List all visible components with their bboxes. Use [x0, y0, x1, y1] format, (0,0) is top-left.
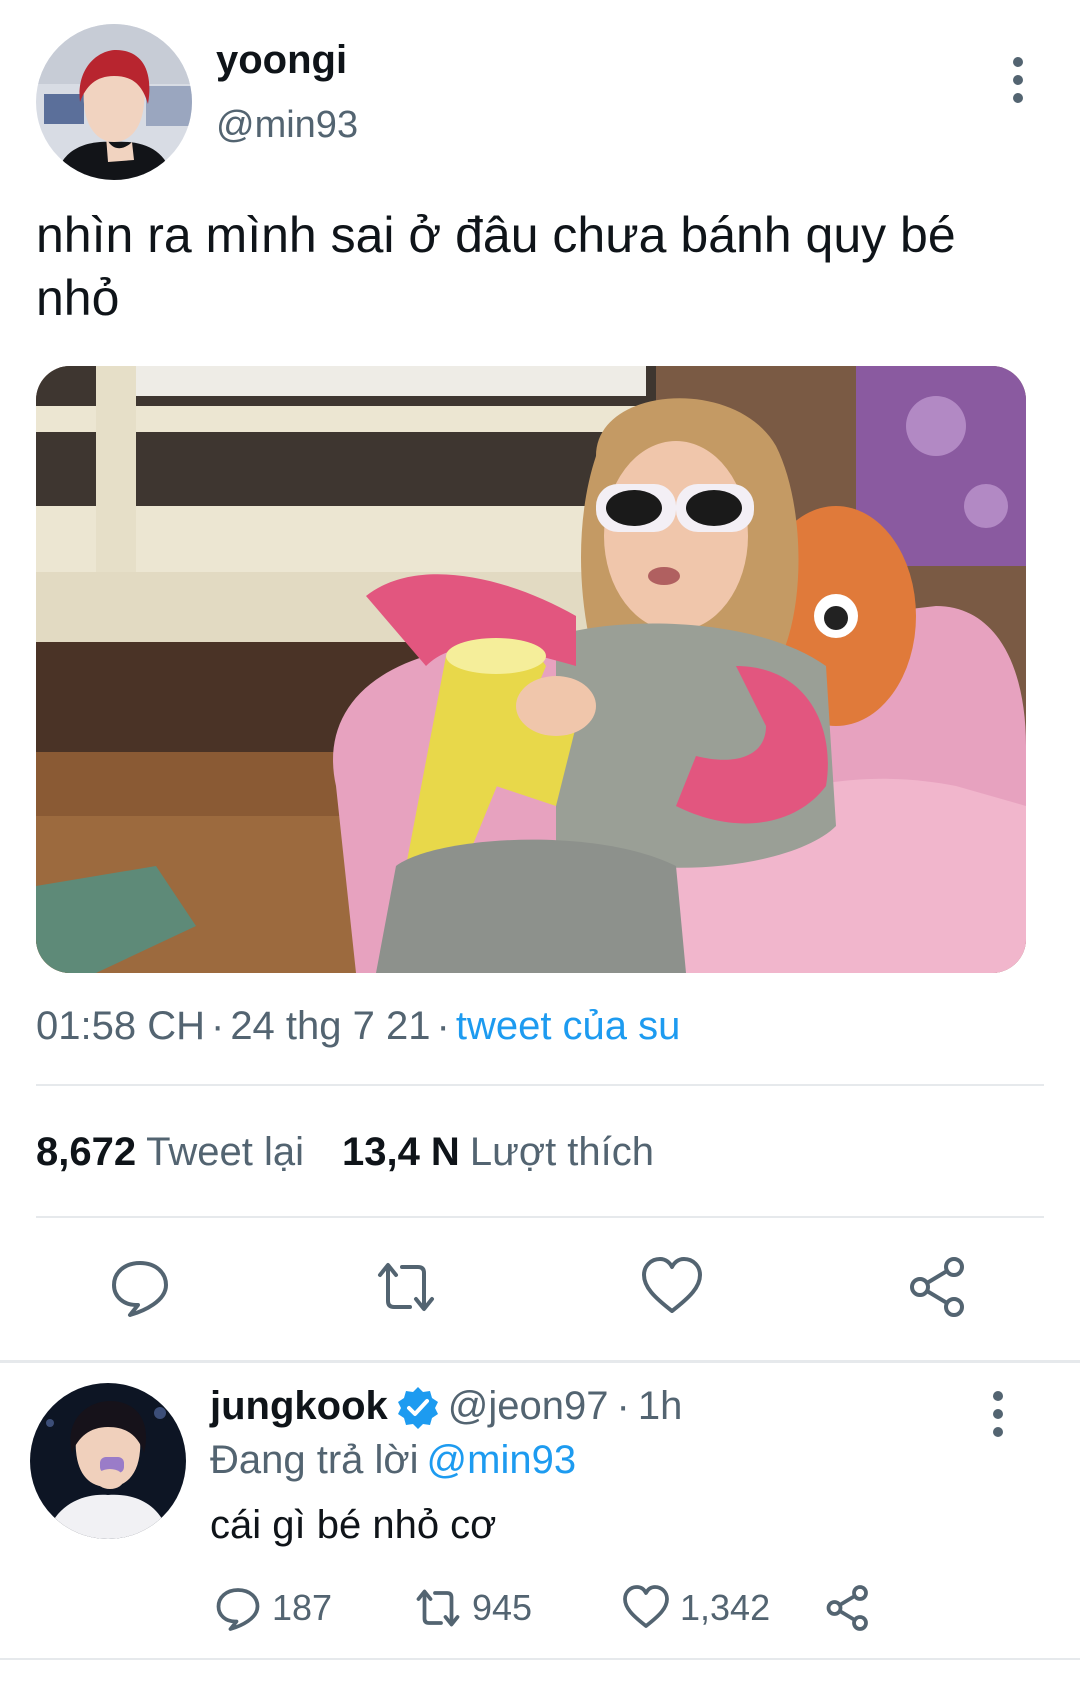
retweet-label: Tweet lại	[146, 1130, 304, 1174]
reply-share-button[interactable]	[824, 1582, 882, 1634]
reply-reply-count: 187	[272, 1587, 333, 1628]
tweet-time[interactable]: 01:58 CH	[36, 1004, 205, 1048]
tweet-separator	[0, 1360, 1080, 1363]
reply-retweet-button[interactable]: 945	[414, 1582, 532, 1634]
divider	[36, 1084, 1044, 1086]
more-vertical-icon[interactable]	[980, 1386, 1016, 1442]
like-label: Lượt thích	[469, 1130, 655, 1174]
author-avatar[interactable]	[36, 24, 192, 180]
meta-separator: ·	[210, 1004, 225, 1048]
verified-badge-icon	[397, 1386, 438, 1429]
reply-separator: ·	[616, 1384, 630, 1428]
reply-author-avatar[interactable]	[30, 1383, 186, 1539]
replying-to-label: Đang trả lời	[210, 1438, 419, 1482]
reply-text: cái gì bé nhỏ cơ	[210, 1503, 497, 1547]
replying-to-mention[interactable]: @min93	[427, 1438, 577, 1482]
reply-like-button[interactable]: 1,342	[622, 1582, 770, 1634]
author-display-name[interactable]: yoongi	[216, 38, 347, 83]
meta-separator: ·	[436, 1004, 450, 1048]
reply-header: jungkook @jeon97 · 1h	[210, 1384, 682, 1429]
tweet-media-photo[interactable]	[36, 366, 1026, 973]
divider	[0, 1658, 1080, 1660]
reply-author-display-name[interactable]: jungkook	[210, 1384, 388, 1429]
reply-timestamp[interactable]: 1h	[638, 1384, 683, 1429]
author-handle[interactable]: @min93	[216, 104, 358, 147]
retweet-stat[interactable]: 8,672 Tweet lại	[36, 1130, 304, 1174]
retweet-count: 8,672	[36, 1130, 137, 1174]
reply-like-count: 1,342	[680, 1587, 771, 1628]
retweet-icon[interactable]	[374, 1255, 438, 1319]
like-count: 13,4 N	[341, 1130, 460, 1174]
replying-to-line: Đang trả lời @min93	[210, 1438, 576, 1483]
tweet-source-link[interactable]: tweet của su	[456, 1004, 681, 1048]
like-icon	[623, 1585, 669, 1628]
share-icon[interactable]	[906, 1255, 970, 1319]
tweet-text: nhìn ra mình sai ở đâu chưa bánh quy bé …	[36, 207, 956, 326]
reply-icon	[216, 1588, 260, 1631]
share-icon	[826, 1585, 868, 1631]
reply-reply-button[interactable]: 187	[214, 1582, 332, 1634]
like-icon[interactable]	[640, 1255, 704, 1319]
reply-retweet-count: 945	[472, 1587, 533, 1628]
reply-icon[interactable]	[108, 1255, 172, 1319]
like-stat[interactable]: 13,4 N Lượt thích	[342, 1130, 654, 1174]
engagement-counts: 8,672 Tweet lại 13,4 N Lượt thích	[36, 1130, 654, 1175]
more-vertical-icon[interactable]	[1000, 52, 1036, 108]
retweet-icon	[416, 1589, 460, 1627]
tweet-timestamp-line: 01:58 CH · 24 thg 7 21 · tweet của su	[36, 1004, 680, 1049]
divider	[36, 1216, 1044, 1218]
reply-author-handle[interactable]: @jeon97	[448, 1384, 609, 1429]
tweet-date[interactable]: 24 thg 7 21	[230, 1004, 430, 1048]
